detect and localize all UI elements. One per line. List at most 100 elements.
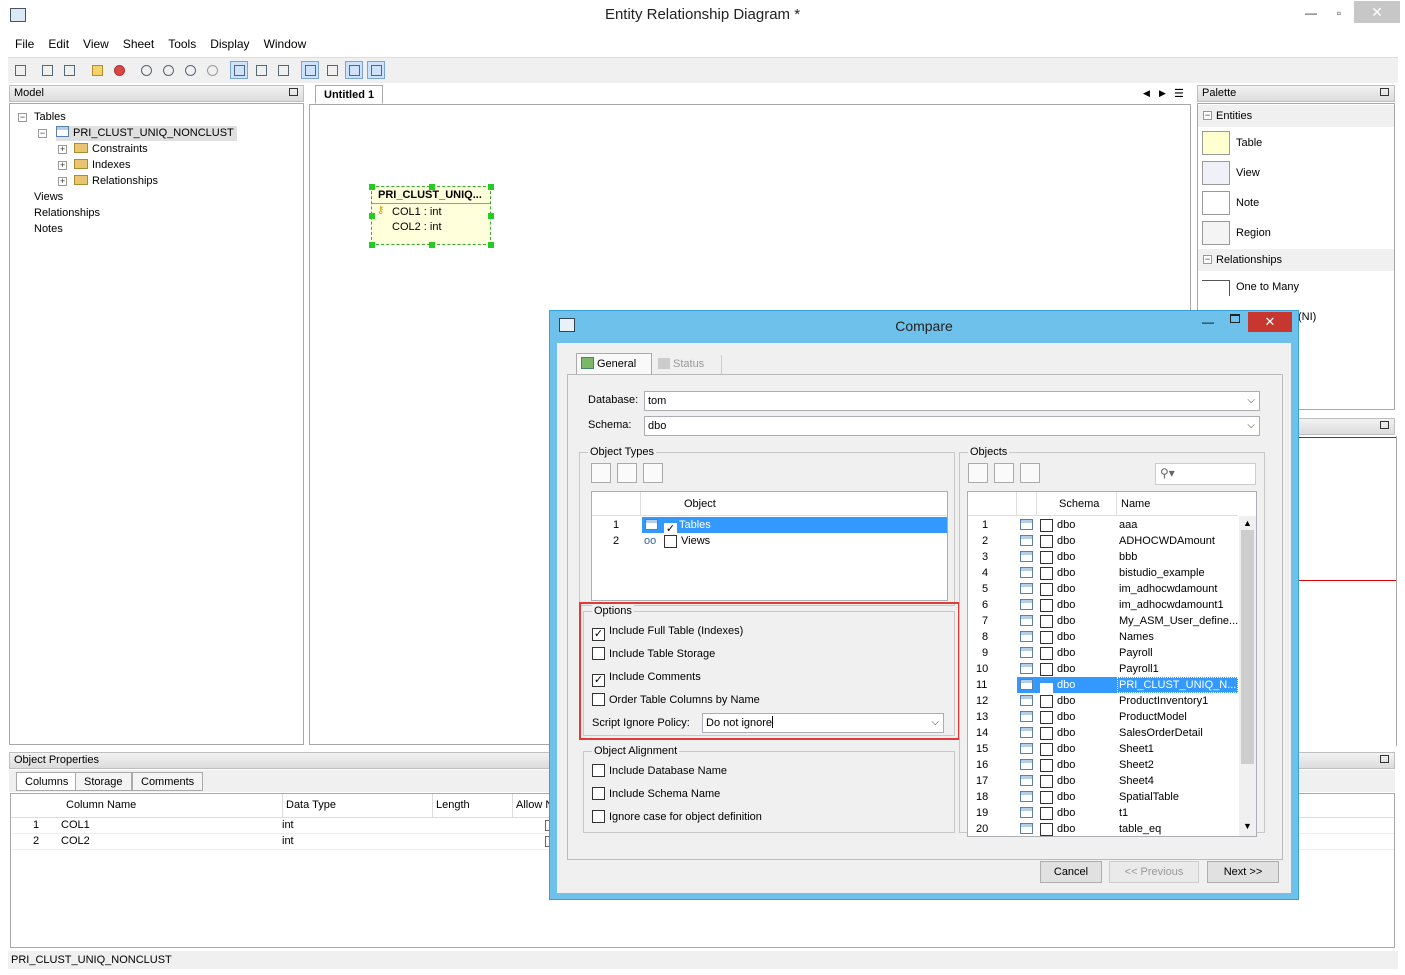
check-all-icon[interactable] bbox=[591, 463, 611, 483]
resize-handle[interactable] bbox=[488, 213, 494, 219]
cell-name[interactable]: aaa bbox=[1117, 517, 1238, 533]
cell-name[interactable]: Names bbox=[1117, 629, 1238, 645]
palette-table[interactable]: Table bbox=[1236, 137, 1262, 149]
object-checkbox[interactable] bbox=[1040, 551, 1053, 564]
cell-name[interactable]: ADHOCWDAmount bbox=[1117, 533, 1238, 549]
palette-entities-header[interactable]: − Entities bbox=[1198, 105, 1394, 127]
stop-icon[interactable] bbox=[110, 61, 128, 79]
header-column-name[interactable]: Column Name bbox=[66, 799, 136, 811]
cell-name[interactable]: SalesOrderDetail bbox=[1117, 725, 1238, 741]
object-checkbox[interactable] bbox=[1040, 519, 1053, 532]
object-checkbox[interactable] bbox=[1040, 823, 1053, 836]
tree-notes[interactable]: Notes bbox=[34, 222, 63, 237]
objects-scrollbar[interactable]: ▲ ▼ bbox=[1239, 516, 1256, 836]
previous-button[interactable]: << Previous bbox=[1109, 861, 1199, 883]
object-checkbox[interactable] bbox=[1040, 695, 1053, 708]
cell-schema[interactable]: dbo bbox=[1057, 581, 1117, 597]
ignore-case-option[interactable]: Ignore case for object definition bbox=[592, 809, 762, 825]
include-comments-checkbox[interactable]: ✓ bbox=[592, 674, 605, 687]
cell-name[interactable]: My_ASM_User_define... bbox=[1117, 613, 1238, 629]
table-row[interactable]: 9 dbo Payroll bbox=[968, 645, 1238, 661]
table-row[interactable]: 4 dbo bistudio_example bbox=[968, 565, 1238, 581]
columns-view-icon[interactable] bbox=[301, 61, 319, 79]
cell-schema[interactable]: dbo bbox=[1057, 549, 1117, 565]
menu-sheet[interactable]: Sheet bbox=[116, 34, 161, 54]
tab-prev-icon[interactable]: ◀ bbox=[1143, 88, 1150, 99]
header-object[interactable]: Object bbox=[684, 492, 716, 516]
table-row[interactable]: 1 Tables ✓ bbox=[592, 517, 947, 536]
object-checkbox[interactable] bbox=[1040, 663, 1053, 676]
expand-icon[interactable]: + bbox=[58, 177, 67, 186]
object-checkbox[interactable] bbox=[1040, 775, 1053, 788]
include-table-storage-option[interactable]: Include Table Storage bbox=[592, 646, 715, 662]
maximize-button[interactable]: ▫ bbox=[1324, 2, 1354, 26]
table-row[interactable]: 17 dbo Sheet4 bbox=[968, 773, 1238, 789]
ignore-case-checkbox[interactable] bbox=[592, 810, 605, 823]
scroll-down-icon[interactable]: ▼ bbox=[1243, 821, 1252, 831]
cell-name[interactable]: ProductModel bbox=[1117, 709, 1238, 725]
table-row[interactable]: 8 dbo Names bbox=[968, 629, 1238, 645]
table-row[interactable]: 12 dbo ProductInventory1 bbox=[968, 693, 1238, 709]
expand-icon[interactable]: + bbox=[58, 161, 67, 170]
menu-edit[interactable]: Edit bbox=[41, 34, 76, 54]
uncheck-all-icon[interactable] bbox=[994, 463, 1014, 483]
cell-name[interactable]: ProductInventory1 bbox=[1117, 693, 1238, 709]
restore-icon[interactable] bbox=[1380, 755, 1389, 763]
cell-name[interactable]: SpatialTable bbox=[1117, 789, 1238, 805]
tab-comments[interactable]: Comments bbox=[132, 772, 204, 791]
object-checkbox[interactable] bbox=[1040, 631, 1053, 644]
palette-partial-item[interactable]: (NI) bbox=[1298, 311, 1316, 323]
cell-name[interactable]: Payroll bbox=[1117, 645, 1238, 661]
table-row[interactable]: 10 dbo Payroll1 bbox=[968, 661, 1238, 677]
next-button[interactable]: Next >> bbox=[1207, 861, 1279, 883]
cell-schema[interactable]: dbo bbox=[1057, 613, 1117, 629]
tree-relationships[interactable]: Relationships bbox=[34, 206, 100, 221]
cell-schema[interactable]: dbo bbox=[1057, 773, 1117, 789]
zoom-out-icon[interactable] bbox=[181, 61, 199, 79]
header-name[interactable]: Name bbox=[1121, 492, 1150, 516]
views-checkbox[interactable] bbox=[664, 535, 677, 548]
cell-name[interactable]: im_adhocwdamount bbox=[1117, 581, 1238, 597]
schema-combo[interactable]: dbo ⌵ bbox=[644, 416, 1260, 436]
table-row[interactable]: 16 dbo Sheet2 bbox=[968, 757, 1238, 773]
cell-data-type[interactable]: int bbox=[282, 835, 294, 847]
tree-tables[interactable]: Tables bbox=[34, 110, 66, 125]
object-checkbox[interactable] bbox=[1040, 583, 1053, 596]
tree-constraints[interactable]: Constraints bbox=[74, 142, 148, 157]
scrollbar-thumb[interactable] bbox=[1241, 530, 1254, 764]
cell-schema[interactable]: dbo bbox=[1057, 741, 1117, 757]
resize-handle[interactable] bbox=[488, 242, 494, 248]
zoom-fit-icon[interactable] bbox=[137, 61, 155, 79]
cell-name[interactable]: table_eq bbox=[1117, 821, 1238, 836]
invert-selection-icon[interactable] bbox=[1020, 463, 1040, 483]
cell-schema[interactable]: dbo bbox=[1057, 709, 1117, 725]
include-full-table-option[interactable]: ✓ Include Full Table (Indexes) bbox=[592, 623, 743, 641]
table-row[interactable]: 13 dbo ProductModel bbox=[968, 709, 1238, 725]
cell-data-type[interactable]: int bbox=[282, 819, 294, 831]
header-length[interactable]: Length bbox=[436, 799, 470, 811]
run-icon[interactable] bbox=[88, 61, 106, 79]
tree-table-item[interactable]: PRI_CLUST_UNIQ_NONCLUST bbox=[56, 126, 237, 141]
table-row[interactable]: 2 dbo ADHOCWDAmount bbox=[968, 533, 1238, 549]
palette-region[interactable]: Region bbox=[1236, 227, 1271, 239]
menu-file[interactable]: File bbox=[8, 34, 41, 54]
object-checkbox[interactable] bbox=[1040, 727, 1053, 740]
cell-name[interactable]: Sheet1 bbox=[1117, 741, 1238, 757]
cell-column-name[interactable]: COL2 bbox=[61, 835, 90, 847]
tab-list-icon[interactable]: ☰ bbox=[1174, 87, 1184, 100]
cell-name[interactable]: Sheet4 bbox=[1117, 773, 1238, 789]
objects-search-input[interactable]: ⚲▾ bbox=[1155, 463, 1256, 485]
zoom-icon[interactable] bbox=[203, 61, 221, 79]
header-view-icon[interactable] bbox=[274, 61, 292, 79]
resize-handle[interactable] bbox=[488, 184, 494, 190]
cell-name[interactable]: PRI_CLUST_UNIQ_N... bbox=[1117, 677, 1238, 693]
expand-icon[interactable]: + bbox=[58, 145, 67, 154]
menu-tools[interactable]: Tools bbox=[161, 34, 203, 54]
table-row[interactable]: 1 dbo aaa bbox=[968, 517, 1238, 533]
cell-name[interactable]: bistudio_example bbox=[1117, 565, 1238, 581]
object-checkbox[interactable] bbox=[1040, 759, 1053, 772]
list-view-icon[interactable] bbox=[252, 61, 270, 79]
cell-name[interactable]: Payroll1 bbox=[1117, 661, 1238, 677]
include-full-table-checkbox[interactable]: ✓ bbox=[592, 628, 605, 641]
table-row[interactable]: 11 ✓ dbo PRI_CLUST_UNIQ_N... bbox=[968, 677, 1238, 696]
